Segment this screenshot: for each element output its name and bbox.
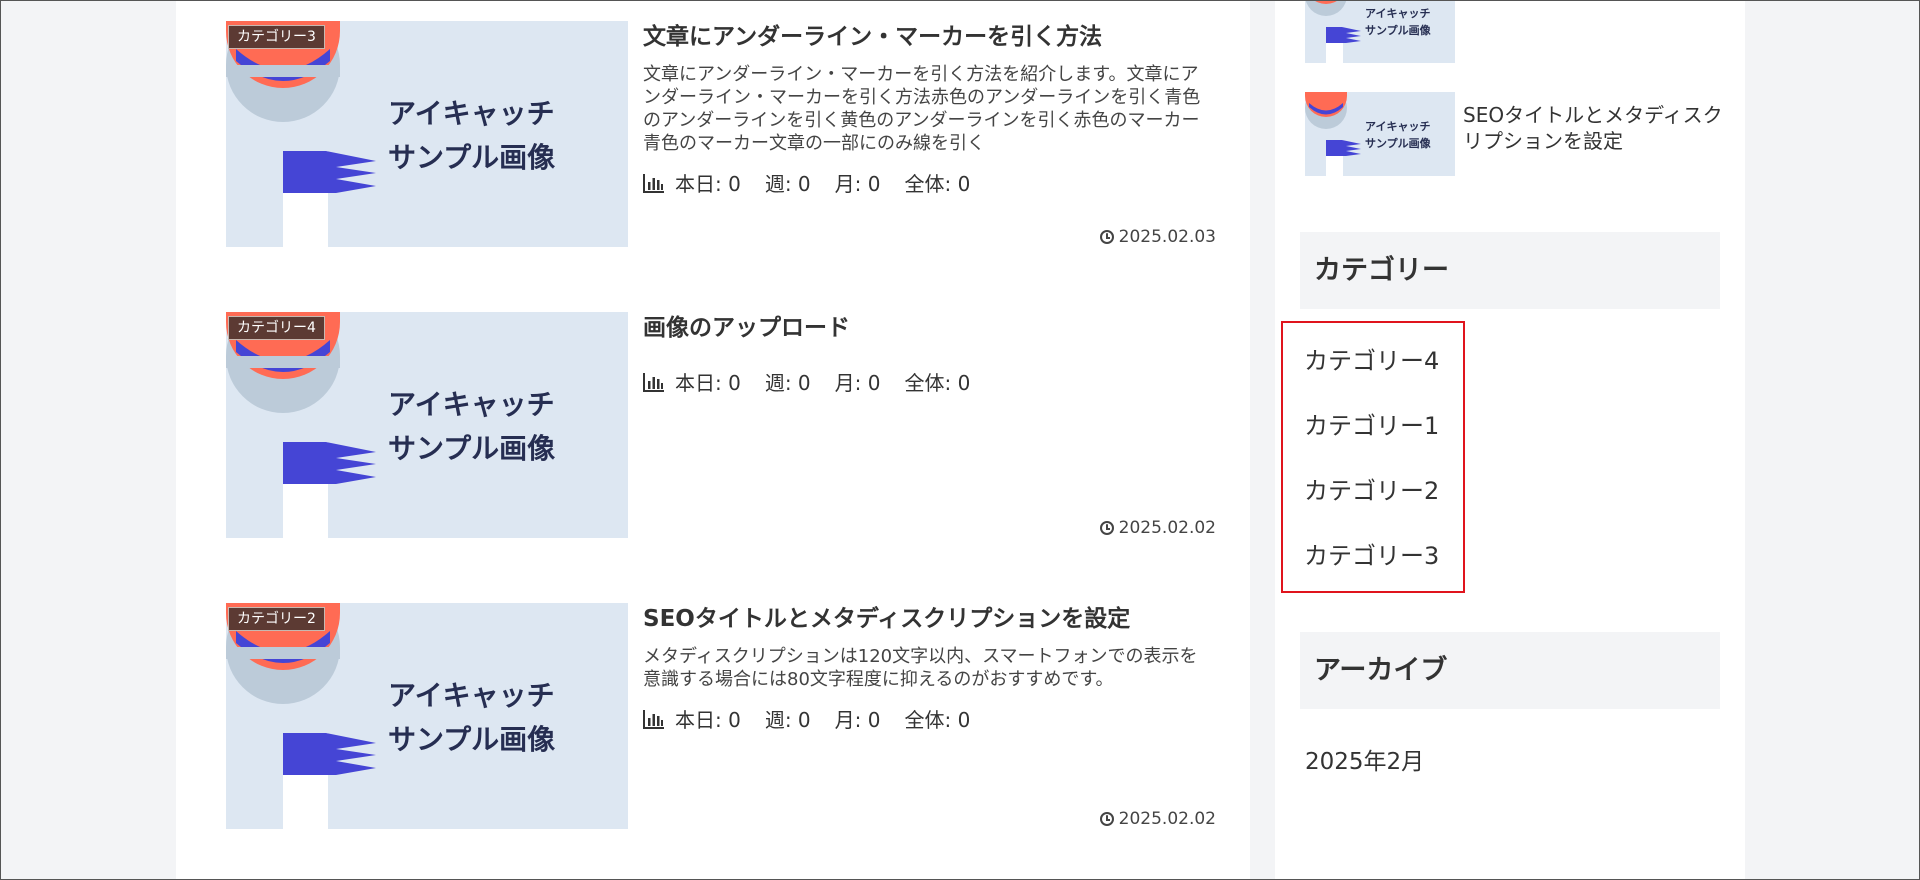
post-thumbnail[interactable]: アイキャッチ サンプル画像 カテゴリー3	[226, 21, 628, 247]
thumb-text-line1: アイキャッチ	[388, 388, 555, 421]
stat-week: 週: 0	[764, 708, 811, 732]
stat-week: 週: 0	[764, 371, 811, 395]
post-stats: 本日: 0 週: 0 月: 0 全体: 0	[643, 367, 1203, 396]
bar-chart-icon	[643, 173, 664, 193]
post-date-text: 2025.02.02	[1118, 809, 1216, 829]
category-label: カテゴリー2	[228, 607, 325, 631]
thumb-text-line2: サンプル画像	[388, 141, 556, 174]
post-card[interactable]: アイキャッチ サンプル画像 カテゴリー4 画像のアップロード 本日: 0 週: …	[226, 312, 1216, 538]
clock-icon	[1099, 230, 1114, 244]
eyecatch-image: アイキャッチ サンプル画像	[226, 312, 628, 538]
eyecatch-image: アイキャッチ サンプル画像	[226, 21, 628, 247]
stat-today: 本日: 0	[675, 172, 741, 196]
post-date-text: 2025.02.03	[1118, 227, 1216, 247]
main-content: アイキャッチ サンプル画像 カテゴリー3 文章にアンダーライン・マーカーを引く方…	[176, 0, 1250, 880]
thumb-text-line2: サンプル画像	[388, 723, 556, 756]
archive-link[interactable]: 2025年2月	[1305, 742, 1424, 776]
post-snippet: 文章にアンダーライン・マーカーを引く方法を紹介します。文章にアンダーライン・マー…	[643, 64, 1201, 154]
post-date: 2025.02.02	[1099, 809, 1216, 829]
clock-icon	[1099, 812, 1114, 826]
stat-total: 全体: 0	[904, 172, 971, 196]
thumb-text-line2: サンプル画像	[1365, 23, 1432, 37]
thumb-text-line1: アイキャッチ	[388, 97, 555, 130]
category-link[interactable]: カテゴリー1	[1283, 406, 1463, 471]
post-snippet: メタディスクリプションは120文字以内、スマートフォンでの表示を意識する場合には…	[643, 646, 1198, 690]
stat-today: 本日: 0	[675, 371, 741, 395]
post-title[interactable]: SEOタイトルとメタディスクリプションを設定	[643, 603, 1203, 635]
category-list: カテゴリー4 カテゴリー1 カテゴリー2 カテゴリー3	[1281, 321, 1465, 593]
post-stats: 本日: 0 週: 0 月: 0 全体: 0	[643, 704, 1203, 733]
clock-icon	[1099, 521, 1114, 535]
post-stats: 本日: 0 週: 0 月: 0 全体: 0	[643, 168, 1203, 197]
thumb-text-line1: アイキャッチ	[1365, 120, 1430, 133]
stat-total: 全体: 0	[904, 371, 971, 395]
category-link[interactable]: カテゴリー2	[1283, 471, 1463, 536]
stat-today: 本日: 0	[675, 708, 741, 732]
category-link[interactable]: カテゴリー3	[1283, 536, 1463, 601]
thumb-text-line1: アイキャッチ	[1365, 7, 1430, 20]
post-title[interactable]: 画像のアップロード	[643, 312, 1203, 344]
eyecatch-image: アイキャッチ サンプル画像	[1305, 92, 1455, 176]
category-link[interactable]: カテゴリー4	[1283, 341, 1463, 406]
thumb-text-line2: サンプル画像	[388, 432, 556, 465]
post-date: 2025.02.03	[1099, 227, 1216, 247]
post-card[interactable]: アイキャッチ サンプル画像 カテゴリー3 文章にアンダーライン・マーカーを引く方…	[226, 21, 1216, 247]
category-label: カテゴリー3	[228, 25, 325, 49]
thumb-text-line2: サンプル画像	[1365, 136, 1432, 150]
post-card[interactable]: アイキャッチ サンプル画像 カテゴリー2 SEOタイトルとメタディスクリプション…	[226, 603, 1216, 829]
archives-widget-title: アーカイブ	[1300, 632, 1720, 709]
thumb-text-line1: アイキャッチ	[388, 679, 555, 712]
sidebar-post-thumbnail[interactable]: アイキャッチ サンプル画像	[1305, 0, 1455, 63]
category-label: カテゴリー4	[228, 316, 325, 340]
bar-chart-icon	[643, 709, 664, 729]
post-date: 2025.02.02	[1099, 518, 1216, 538]
post-thumbnail[interactable]: アイキャッチ サンプル画像 カテゴリー4	[226, 312, 628, 538]
sidebar-post-title[interactable]: SEOタイトルとメタディスクリプションを設定	[1463, 102, 1723, 154]
post-thumbnail[interactable]: アイキャッチ サンプル画像 カテゴリー2	[226, 603, 628, 829]
sidebar-post-thumbnail[interactable]: アイキャッチ サンプル画像	[1305, 92, 1455, 176]
stat-week: 週: 0	[764, 172, 811, 196]
bar-chart-icon	[643, 372, 664, 392]
stat-month: 月: 0	[834, 371, 881, 395]
post-title[interactable]: 文章にアンダーライン・マーカーを引く方法	[643, 21, 1203, 53]
stat-total: 全体: 0	[904, 708, 971, 732]
stat-month: 月: 0	[834, 708, 881, 732]
sidebar: アイキャッチ サンプル画像 アイキャッチ サンプル画像 SEOタイトルとメタディ…	[1275, 0, 1745, 880]
eyecatch-image: アイキャッチ サンプル画像	[1305, 0, 1455, 63]
post-date-text: 2025.02.02	[1118, 518, 1216, 538]
eyecatch-image: アイキャッチ サンプル画像	[226, 603, 628, 829]
categories-widget-title: カテゴリー	[1300, 232, 1720, 309]
stat-month: 月: 0	[834, 172, 881, 196]
